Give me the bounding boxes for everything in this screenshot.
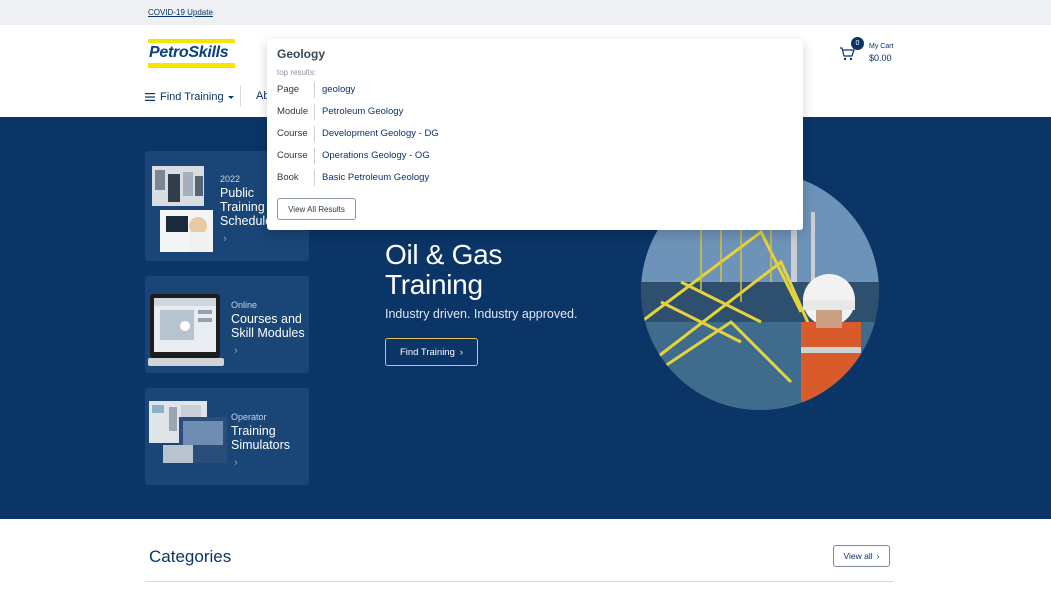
result-title[interactable]: Basic Petroleum Geology [322,172,429,183]
find-training-button[interactable]: Find Training › [385,338,478,366]
search-results-dropdown: Geology top results: Page geology Module… [267,39,803,230]
result-divider [314,104,315,120]
result-divider [314,82,315,98]
result-type: Book [277,172,299,183]
cart-icon[interactable] [839,47,855,61]
hero-title-line: Training [385,269,483,300]
logo-bar-top [148,39,235,43]
categories-heading: Categories [149,547,232,566]
top-bar: COVID-19 Update [0,0,1051,25]
search-result-item[interactable]: Course Operations Geology - OG [277,148,777,164]
result-divider [314,126,315,142]
card-title-line: Skill Modules [231,326,305,340]
search-result-item[interactable]: Book Basic Petroleum Geology [277,170,777,186]
card-title-line: Training [220,200,265,214]
chevron-right-icon: › [234,345,238,357]
search-result-item[interactable]: Page geology [277,82,777,98]
cart-label[interactable]: My Cart [869,43,894,50]
result-divider [314,148,315,164]
result-title[interactable]: Operations Geology - OG [322,150,430,161]
search-query: Geology [277,47,326,61]
card-title-line: Schedule [220,214,273,228]
card-meta: Operator [231,412,267,422]
card-title-line: Simulators [231,438,291,452]
card-title-line: Training [231,424,276,438]
result-type: Module [277,106,309,117]
find-training-button-label: Find Training [399,346,455,358]
chevron-right-icon: › [234,457,238,469]
laptop-thumbnail [148,294,224,366]
result-type: Course [277,128,308,139]
chevron-right-icon: › [876,551,880,561]
logo-text: PetroSkills [149,44,229,61]
simulator-thumbnail [149,401,227,463]
cart-count-badge: 0 [851,37,864,50]
nav-divider [240,85,241,107]
covid-update-link[interactable]: COVID-19 Update [148,8,213,17]
view-all-results-button[interactable]: View All Results [277,198,356,220]
search-result-item[interactable]: Module Petroleum Geology [277,104,777,120]
result-divider [314,170,315,186]
cart-total: $0.00 [869,53,892,63]
hamburger-icon [145,93,155,101]
card-online-courses[interactable]: Online Courses and Skill Modules › [145,276,309,373]
find-training-menu[interactable]: Find Training [145,90,234,104]
card-title-line: Courses and [231,312,302,326]
card-operator-simulators[interactable]: Operator Training Simulators › [145,388,309,485]
hero-subtitle: Industry driven. Industry approved. [385,307,578,321]
view-all-categories-button[interactable]: View all › [833,545,890,567]
categories-divider [145,581,894,582]
search-result-item[interactable]: Course Development Geology - DG [277,126,777,142]
caret-down-icon [227,95,234,99]
view-all-label: View all [843,551,873,561]
petroskills-logo[interactable]: PetroSkills [148,39,235,69]
hero-title: Oil & Gas Training [385,240,502,300]
chevron-right-icon: › [223,233,227,245]
card-meta: Online [231,300,258,310]
result-type: Page [277,84,300,95]
chevron-right-icon: › [459,346,464,358]
result-title[interactable]: geology [322,84,355,95]
result-type: Course [277,150,308,161]
card-title-line: Public [220,186,255,200]
result-title[interactable]: Petroleum Geology [322,106,403,117]
find-training-label: Find Training [160,91,224,103]
result-title[interactable]: Development Geology - DG [322,128,439,139]
training-schedule-thumbnail [152,166,213,252]
card-meta: 2022 [220,174,241,184]
top-results-label: top results: [277,68,317,77]
logo-bar-bottom [148,63,235,68]
hero-title-line: Oil & Gas [385,239,503,270]
